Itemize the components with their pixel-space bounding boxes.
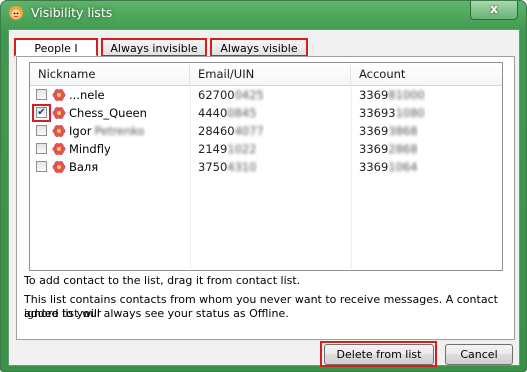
email-obscured: 4310 (227, 160, 257, 174)
close-icon: x (490, 2, 498, 16)
drag-hint-text: To add contact to the list, drag it from… (24, 274, 301, 287)
account-cell: 33692868 (359, 140, 418, 158)
row-checkbox[interactable] (36, 89, 47, 100)
column-header-email[interactable]: Email/UIN (190, 63, 351, 85)
nickname-obscured: Petrenko (94, 124, 145, 138)
account-text: 3369 (359, 124, 389, 138)
email-cell: 44400845 (198, 104, 257, 122)
table-header: Nickname Email/UIN Account (30, 63, 502, 86)
flower-status-icon (52, 160, 66, 174)
account-cell: 33691064 (359, 158, 418, 176)
account-cell: 336931080 (359, 104, 425, 122)
visibility-lists-window: Visibility lists x People I ignore Alway… (0, 0, 527, 372)
tab-people-i-ignore[interactable]: People I ignore (14, 38, 98, 73)
cancel-button[interactable]: Cancel (445, 344, 513, 365)
nickname-cell: Валя (69, 158, 101, 176)
nickname-cell: Mindfly (69, 140, 114, 158)
account-text: 33693 (359, 106, 396, 120)
column-header-nickname[interactable]: Nickname (30, 63, 190, 85)
account-text: 3369 (359, 88, 389, 102)
nickname-text: Mindfly (69, 142, 111, 156)
email-cell: 284604077 (198, 122, 264, 140)
email-text: 28460 (198, 124, 235, 138)
column-header-account[interactable]: Account (351, 63, 502, 85)
email-cell: 21491022 (198, 140, 257, 158)
email-text: 2149 (198, 142, 228, 156)
nickname-cell: ...nele (69, 86, 108, 104)
delete-from-list-button[interactable]: Delete from list (324, 344, 434, 365)
tab-always-invisible[interactable]: Always invisible to... (101, 38, 207, 73)
email-cell: 37504310 (198, 158, 257, 176)
flower-status-icon (52, 124, 66, 138)
email-cell: 627000425 (198, 86, 264, 104)
close-window-button[interactable]: x (470, 1, 518, 20)
email-text: 3750 (198, 160, 228, 174)
account-cell: 336981000 (359, 86, 425, 104)
nickname-text: Igor (69, 124, 92, 138)
table-row[interactable]: ✔ Chess_Queen 44400845 336931080 (30, 104, 502, 122)
account-obscured: 1064 (388, 160, 418, 174)
row-checkbox[interactable] (36, 125, 47, 136)
flower-status-icon (52, 106, 66, 120)
account-obscured: 2868 (388, 142, 418, 156)
flower-status-icon (52, 88, 66, 102)
email-obscured: 0845 (227, 106, 257, 120)
account-obscured: 81000 (388, 88, 425, 102)
nickname-cell: Igor Petrenko (69, 122, 145, 140)
table-row[interactable]: Валя 37504310 33691064 (30, 158, 502, 176)
account-text: 3369 (359, 142, 389, 156)
app-icon (9, 6, 23, 20)
description-line-2: ignore list will always see your status … (24, 307, 289, 320)
account-text: 3369 (359, 160, 389, 174)
table-row[interactable]: ...nele 627000425 336981000 (30, 86, 502, 104)
row-checkbox[interactable]: ✔ (36, 107, 47, 118)
account-obscured: 1080 (395, 106, 425, 120)
contacts-table[interactable]: Nickname Email/UIN Account ...nele 627000… (29, 62, 503, 271)
email-obscured: 4077 (234, 124, 264, 138)
email-obscured: 0425 (234, 88, 264, 102)
row-checkbox[interactable] (36, 143, 47, 154)
email-text: 62700 (198, 88, 235, 102)
window-title: Visibility lists (31, 5, 113, 20)
account-cell: 33693868 (359, 122, 418, 140)
nickname-text: Chess_Queen (69, 106, 147, 120)
nickname-cell: Chess_Queen (69, 104, 150, 122)
email-obscured: 1022 (227, 142, 257, 156)
nickname-text: Валя (69, 160, 99, 174)
table-row[interactable]: Mindfly 21491022 33692868 (30, 140, 502, 158)
table-row[interactable]: Igor Petrenko 284604077 33693868 (30, 122, 502, 140)
account-obscured: 3868 (388, 124, 418, 138)
row-checkbox[interactable] (36, 161, 47, 172)
check-mark: ✔ (37, 107, 46, 118)
title-bar[interactable]: Visibility lists x (1, 1, 526, 26)
tab-always-visible[interactable]: Always visible to.. (210, 38, 308, 73)
tab-panel: Nickname Email/UIN Account ...nele 627000… (16, 56, 515, 340)
email-text: 4440 (198, 106, 228, 120)
dialog-body: People I ignore Always invisible to... A… (8, 29, 520, 367)
nickname-text: ...nele (69, 88, 105, 102)
flower-status-icon (52, 142, 66, 156)
